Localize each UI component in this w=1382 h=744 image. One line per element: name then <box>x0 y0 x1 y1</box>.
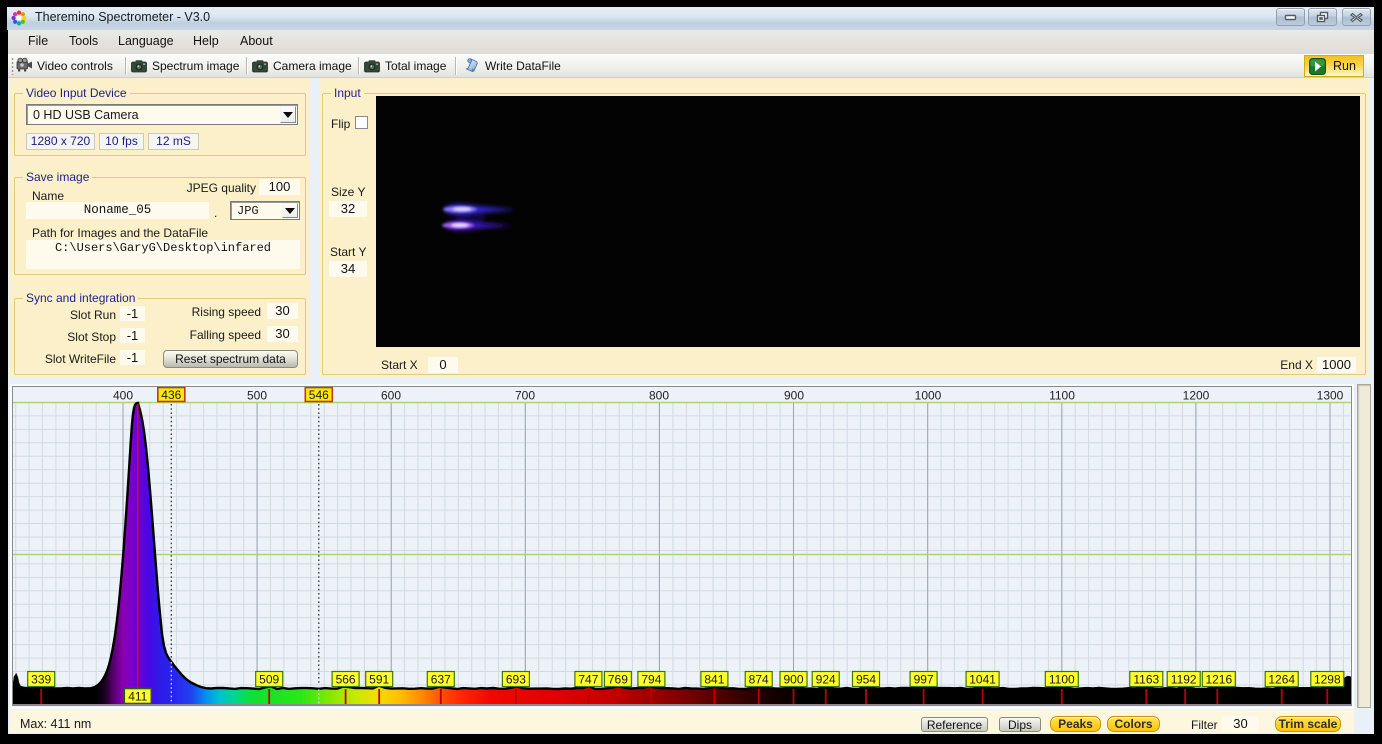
svg-text:1192: 1192 <box>1171 673 1197 687</box>
svg-text:997: 997 <box>914 673 934 687</box>
svg-text:339: 339 <box>31 673 51 687</box>
svg-text:1041: 1041 <box>969 673 996 687</box>
svg-text:747: 747 <box>578 673 598 687</box>
svg-text:1200: 1200 <box>1183 389 1210 403</box>
svg-text:1216: 1216 <box>1205 673 1232 687</box>
svg-text:693: 693 <box>506 673 526 687</box>
svg-text:591: 591 <box>369 673 389 687</box>
svg-text:1100: 1100 <box>1049 673 1075 687</box>
svg-text:700: 700 <box>515 389 535 403</box>
svg-text:1300: 1300 <box>1317 389 1344 403</box>
svg-text:400: 400 <box>113 389 133 403</box>
svg-text:954: 954 <box>856 673 876 687</box>
svg-text:1000: 1000 <box>915 389 942 403</box>
svg-text:874: 874 <box>749 673 769 687</box>
svg-text:546: 546 <box>309 388 329 402</box>
svg-text:769: 769 <box>608 673 628 687</box>
svg-text:1100: 1100 <box>1049 389 1075 403</box>
svg-text:1163: 1163 <box>1133 673 1159 687</box>
svg-text:600: 600 <box>381 389 401 403</box>
svg-text:1298: 1298 <box>1314 673 1341 687</box>
svg-text:900: 900 <box>784 389 804 403</box>
svg-text:436: 436 <box>161 388 181 402</box>
svg-text:566: 566 <box>336 673 356 687</box>
svg-text:841: 841 <box>704 673 724 687</box>
svg-text:411: 411 <box>128 690 147 704</box>
svg-text:794: 794 <box>641 673 661 687</box>
svg-text:637: 637 <box>431 673 451 687</box>
svg-text:500: 500 <box>247 389 267 403</box>
svg-text:1264: 1264 <box>1268 673 1295 687</box>
svg-text:900: 900 <box>783 673 803 687</box>
svg-text:800: 800 <box>649 389 669 403</box>
svg-text:509: 509 <box>259 673 279 687</box>
svg-text:924: 924 <box>816 673 836 687</box>
